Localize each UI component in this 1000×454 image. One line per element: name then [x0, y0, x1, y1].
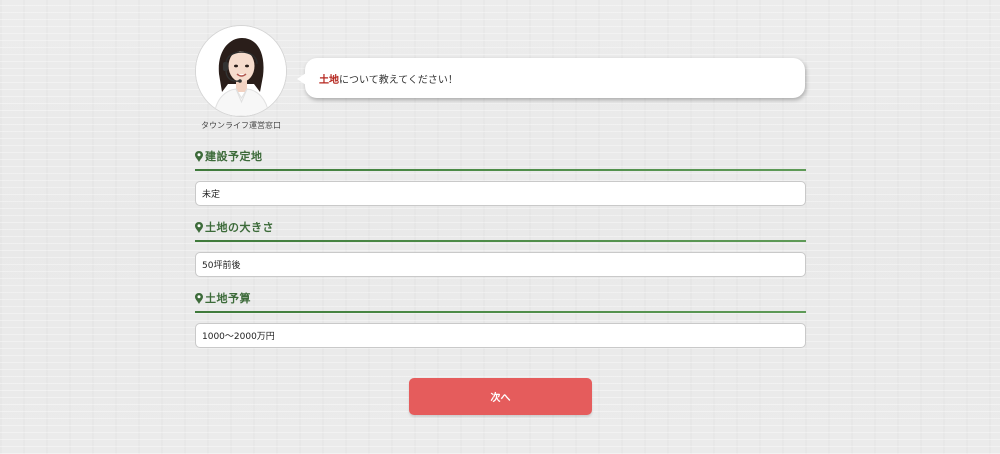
field-value: 50坪前後	[202, 261, 241, 271]
section-land-size: 土地の大きさ 50坪前後	[195, 218, 806, 277]
section-heading: 土地予算	[195, 289, 806, 307]
speech-bubble: 土地 について教えてください！	[297, 58, 805, 98]
section-heading: 建設予定地	[195, 147, 806, 165]
land-size-field[interactable]: 50坪前後	[195, 252, 806, 277]
operator-avatar	[195, 25, 287, 117]
pin-icon	[195, 221, 203, 233]
section-divider	[195, 311, 806, 313]
section-heading: 土地の大きさ	[195, 218, 806, 236]
section-land-budget: 土地予算 1000～2000万円	[195, 289, 806, 348]
section-construction-site: 建設予定地 未定	[195, 147, 806, 206]
section-title: 建設予定地	[205, 150, 263, 163]
field-value: 未定	[202, 190, 221, 200]
pin-icon	[195, 292, 203, 304]
section-title: 土地予算	[205, 292, 251, 305]
section-title: 土地の大きさ	[205, 221, 274, 234]
section-divider	[195, 169, 806, 171]
operator-name: タウンライフ運営窓口	[201, 121, 281, 130]
operator-avatar-icon	[196, 26, 286, 116]
field-value: 1000～2000万円	[202, 332, 275, 342]
bubble-accent-text: 土地	[319, 74, 339, 86]
construction-site-field[interactable]: 未定	[195, 181, 806, 206]
section-divider	[195, 240, 806, 242]
page: タウンライフ運営窓口 土地 について教えてください！ 建設予定地 未定 土地の大き…	[0, 0, 1000, 454]
land-budget-field[interactable]: 1000～2000万円	[195, 323, 806, 348]
bubble-text: について教えてください！	[339, 74, 458, 86]
pin-icon	[195, 150, 203, 162]
operator-header: タウンライフ運営窓口	[195, 25, 287, 130]
next-button[interactable]: 次へ	[409, 378, 592, 415]
